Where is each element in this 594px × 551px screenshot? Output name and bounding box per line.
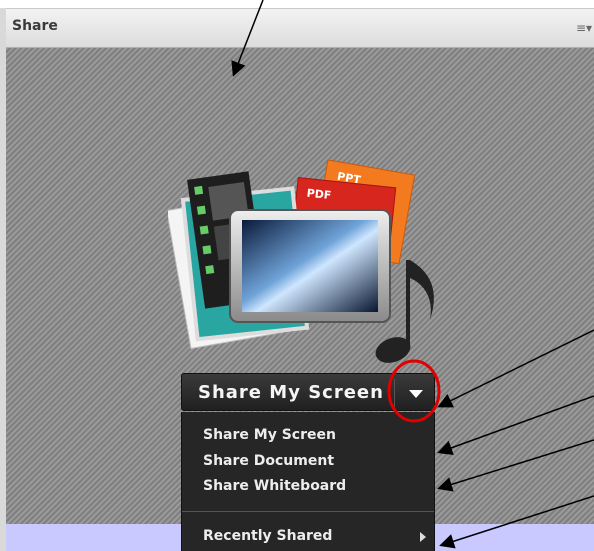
annotation-arrow-dropdown bbox=[437, 329, 594, 408]
highlight-circle bbox=[387, 359, 441, 423]
annotation-arrow-recent bbox=[439, 495, 594, 549]
annotation-overlay bbox=[231, 0, 594, 549]
annotation-arrow-stage bbox=[231, 0, 264, 77]
annotation-arrow-whiteboard bbox=[437, 439, 594, 492]
annotation-arrow-menu-items bbox=[437, 395, 594, 455]
